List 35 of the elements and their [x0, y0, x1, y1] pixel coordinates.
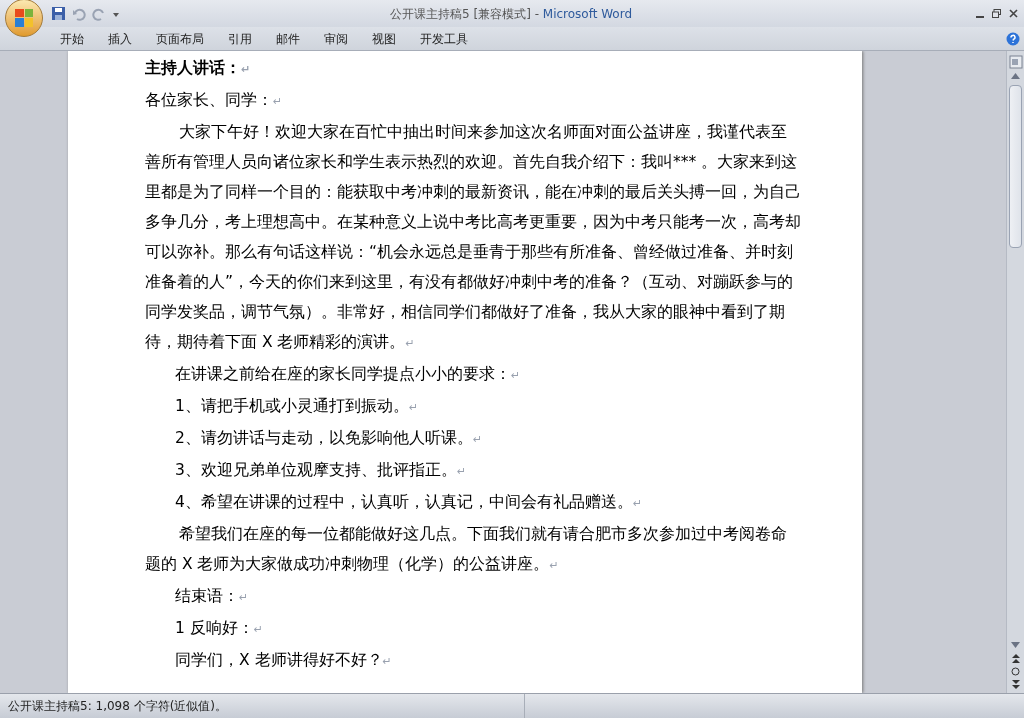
ribbon-tab[interactable]: 审阅: [312, 27, 360, 50]
scroll-thumb[interactable]: [1009, 85, 1022, 248]
paragraph: 在讲课之前给在座的家长同学提点小小的要求：↵: [174, 364, 522, 385]
paragraph: 1 反响好：↵: [174, 618, 264, 639]
ruler-toggle-icon[interactable]: [1008, 55, 1023, 69]
paragraph: 主持人讲话：↵: [145, 58, 252, 79]
paragraph: 大家下午好！欢迎大家在百忙中抽出时间来参加这次名师面对面公益讲座，我谨代表至善所有管理人员向诸位家长和学生表示热烈的欢迎。首先自我介绍下：我叫*** 。大家来到这里都是为了同样一个目的：能获取中考冲刺的最新资讯，能在冲刺的最后关头搏一回，为自己多争几分，考上理想高中。在某种意义上说中考比高考更重要，因为中考只能考一次，高考却可以弥补。那么有句话这样说：“机会永远总是垂青于那些有所准备、曾经做过准备、并时刻准备着的人”，今天的你们来到这里，有没有都做好冲刺中考的准备？（互动、对蹦跃参与的同学发奖品，调节气氛）。非常好，相信同学们都做好了准备，我从大家的眼神中看到了期待，期待着下面 X 老师精彩的演讲。↵: [145, 122, 802, 353]
ribbon-tab[interactable]: 视图: [360, 27, 408, 50]
scroll-down-icon[interactable]: [1011, 642, 1020, 648]
close-icon[interactable]: [1009, 9, 1018, 18]
previous-page-icon[interactable]: [1011, 654, 1020, 663]
paragraph: 各位家长、同学：↵: [145, 90, 284, 111]
status-text: 公开课主持稿5: 1,098 个字符(近似值)。: [8, 698, 228, 715]
next-page-icon[interactable]: [1011, 680, 1020, 689]
paragraph: 1、请把手机或小灵通打到振动。↵: [174, 396, 420, 417]
ribbon-tab[interactable]: 邮件: [264, 27, 312, 50]
browse-object-icon[interactable]: [1011, 667, 1020, 676]
ribbon-tab[interactable]: 插入: [96, 27, 144, 50]
paragraph: 3、欢迎兄弟单位观摩支持、批评指正。↵: [174, 460, 468, 481]
vertical-scrollbar[interactable]: [1006, 51, 1024, 693]
paragraph: 希望我们在座的每一位都能做好这几点。下面我们就有请合肥市多次参加过中考阅卷命题的 X 老师为大家做成功冲刺物理（化学）的公益讲座。↵: [145, 524, 788, 575]
ribbon-tab[interactable]: 开始: [48, 27, 96, 50]
restore-icon[interactable]: [992, 9, 1001, 18]
paragraph: 同学们，X 老师讲得好不好？↵: [174, 650, 393, 671]
help-icon[interactable]: [1006, 31, 1020, 46]
ribbon-tab[interactable]: 开发工具: [408, 27, 480, 50]
ribbon-tab[interactable]: 页面布局: [144, 27, 216, 50]
ribbon-tab[interactable]: 引用: [216, 27, 264, 50]
paragraph: 结束语：↵: [174, 586, 250, 607]
paragraph: 4、希望在讲课的过程中，认真听，认真记，中间会有礼品赠送。↵: [174, 492, 644, 513]
paragraph: 2、请勿讲话与走动，以免影响他人听课。↵: [174, 428, 484, 449]
save-icon[interactable]: [51, 6, 66, 21]
scroll-up-icon[interactable]: [1011, 73, 1020, 79]
office-logo-icon[interactable]: [5, 0, 43, 37]
window-title: 公开课主持稿5 [兼容模式] - Microsoft Word: [390, 6, 633, 23]
